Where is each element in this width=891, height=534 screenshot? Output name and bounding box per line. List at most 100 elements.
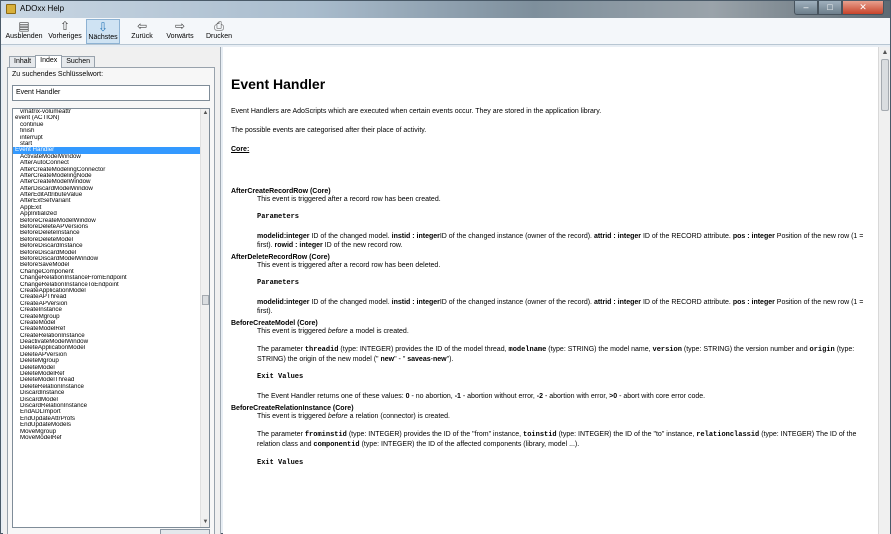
intro-paragraph-2: The possible events are categorised afte… xyxy=(231,127,427,134)
next-button[interactable]: ⇩ Nächstes xyxy=(86,19,120,44)
bold-text: modelid:integer xyxy=(257,233,310,240)
description-suffix: a relation (connector) is created. xyxy=(347,413,450,420)
text-run: The Event Handler returns one of these v… xyxy=(257,393,406,400)
bold-text: new xyxy=(378,356,395,363)
toolbar: ▤ Ausblenden ⇧ Vorheriges ⇩ Nächstes ⇦ Z… xyxy=(1,18,890,45)
text-run: (type: INTEGER) the ID of the "to" insta… xyxy=(556,431,697,438)
previous-label: Vorheriges xyxy=(48,33,82,40)
code-text: modelname xyxy=(508,346,547,354)
parameters-heading: Parameters xyxy=(257,213,300,221)
hide-button[interactable]: ▤ Ausblenden xyxy=(4,19,44,44)
back-button[interactable]: ⇦ Zurück xyxy=(127,19,157,44)
event-parameters-text: modelid:integer ID of the changed model.… xyxy=(257,232,871,250)
text-run: ID of the changed model. xyxy=(309,299,392,306)
page-title: Event Handler xyxy=(231,76,326,92)
text-run: The parameter xyxy=(257,346,305,353)
event-title-after-create-record-row: AfterCreateRecordRow (Core) xyxy=(231,188,331,195)
event-parameters-text: modelid:integer ID of the changed model.… xyxy=(257,298,871,316)
forward-button[interactable]: ⇨ Vorwärts xyxy=(163,19,197,44)
scroll-up-icon[interactable]: ▲ xyxy=(201,109,209,118)
close-button[interactable]: ✕ xyxy=(842,1,884,15)
text-run: ID of the changed instance (owner of the… xyxy=(439,299,594,306)
text-run: - abortion without error, xyxy=(460,393,537,400)
back-label: Zurück xyxy=(131,33,153,40)
hide-label: Ausblenden xyxy=(5,33,43,40)
help-book-icon xyxy=(6,4,16,14)
text-run: The parameter xyxy=(257,431,305,438)
event-parameters-text: The parameter threadid (type: INTEGER) p… xyxy=(257,345,871,364)
help-window: ADOxx Help – □ ✕ ▤ Ausblenden ⇧ Vorherig… xyxy=(0,0,891,534)
content-scrollbar[interactable]: ▲ xyxy=(878,47,890,534)
index-scrollbar[interactable]: ▲ ▼ xyxy=(200,109,209,527)
event-description: This event is triggered after a record r… xyxy=(257,262,441,269)
event-parameters-text: The parameter frominstid (type: INTEGER)… xyxy=(257,430,871,450)
description-emphasis: before xyxy=(327,328,348,335)
code-text: frominstid xyxy=(304,431,347,439)
bold-text: instid : integer xyxy=(391,233,440,240)
text-run: ID of the new record row. xyxy=(322,242,403,249)
title-bar[interactable]: ADOxx Help – □ ✕ xyxy=(1,1,890,18)
exit-values-heading: Exit Values xyxy=(257,459,304,467)
tab-index[interactable]: Index xyxy=(35,55,63,68)
index-list[interactable]: vmatrix-volumeattr event (ACTION) continue… xyxy=(12,108,210,528)
help-content: Event Handler Event Handlers are AdoScri… xyxy=(223,47,879,534)
bold-text: attrid : integer xyxy=(593,233,642,240)
code-text: version xyxy=(652,346,682,354)
print-button[interactable]: ⎙ Drucken xyxy=(203,19,235,44)
description-suffix: a model is created. xyxy=(347,328,409,335)
display-button[interactable] xyxy=(160,529,210,534)
next-label: Nächstes xyxy=(88,34,118,41)
arrow-down-icon: ⇩ xyxy=(97,20,109,34)
event-description: This event is triggered before a model i… xyxy=(257,327,871,336)
core-heading: Core: xyxy=(231,146,250,153)
description-prefix: This event is triggered xyxy=(257,413,328,420)
text-run: (type: INTEGER) the ID of the affected c… xyxy=(359,441,580,448)
bold-text: saveas xyxy=(405,356,431,363)
print-label: Drucken xyxy=(205,33,233,40)
navigation-pane: Inhalt Index Suchen Zu suchendes Schlüss… xyxy=(3,47,221,534)
scroll-up-icon[interactable]: ▲ xyxy=(879,47,891,59)
code-text: relationclassid xyxy=(696,431,760,439)
parameters-heading: Parameters xyxy=(257,279,300,287)
event-description: This event is triggered after a record r… xyxy=(257,196,441,203)
hide-pane-icon: ▤ xyxy=(18,19,30,33)
maximize-button[interactable]: □ xyxy=(818,1,842,15)
index-tab-panel: Zu suchendes Schlüsselwort: Event Handle… xyxy=(7,67,215,534)
text-run: (type: STRING) the model name, xyxy=(546,346,653,353)
text-run: (type: INTEGER) provides the ID of the "… xyxy=(346,431,524,438)
bold-text: instid : integer xyxy=(391,299,440,306)
scroll-down-icon[interactable]: ▼ xyxy=(201,518,209,527)
minimize-button[interactable]: – xyxy=(794,1,818,15)
code-text: toinstid xyxy=(523,431,557,439)
arrow-up-icon: ⇧ xyxy=(59,19,71,33)
text-run: ID of the changed instance (owner of the… xyxy=(439,233,594,240)
bold-text: rowid : integer xyxy=(274,242,323,249)
scroll-thumb[interactable] xyxy=(202,295,209,305)
previous-button[interactable]: ⇧ Vorheriges xyxy=(46,19,84,44)
index-list-item[interactable]: MoveModelRef xyxy=(13,435,201,441)
text-run: " - " xyxy=(394,356,406,363)
text-run: ID of the changed model. xyxy=(309,233,392,240)
index-items: vmatrix-volumeattr event (ACTION) continue… xyxy=(13,109,201,441)
bold-text: >0 xyxy=(609,393,618,400)
text-run: (type: INTEGER) provides the ID of the m… xyxy=(338,346,509,353)
scroll-thumb[interactable] xyxy=(881,59,889,111)
keyword-input[interactable]: Event Handler xyxy=(12,85,210,101)
printer-icon: ⎙ xyxy=(214,19,224,33)
window-title: ADOxx Help xyxy=(20,4,65,13)
event-title-after-delete-record-row: AfterDeleteRecordRow (Core) xyxy=(231,254,330,261)
bold-text: modelid:integer xyxy=(257,299,310,306)
event-title-before-create-model: BeforeCreateModel (Core) xyxy=(231,320,318,327)
text-run: - no abortion, xyxy=(409,393,455,400)
description-prefix: This event is triggered xyxy=(257,328,328,335)
bold-text: pos : integer xyxy=(732,299,775,306)
code-text: threadid xyxy=(304,346,339,354)
help-article: Event Handler Event Handlers are AdoScri… xyxy=(231,47,871,468)
intro-paragraph-1: Event Handlers are AdoScripts which are … xyxy=(231,108,602,115)
text-run: ID of the RECORD attribute. xyxy=(641,299,733,306)
text-run: "). xyxy=(446,356,454,363)
text-run: ID of the RECORD attribute. xyxy=(641,233,733,240)
code-text: componentid xyxy=(313,441,360,449)
exit-values-text: The Event Handler returns one of these v… xyxy=(257,392,871,401)
exit-values-heading: Exit Values xyxy=(257,373,304,381)
